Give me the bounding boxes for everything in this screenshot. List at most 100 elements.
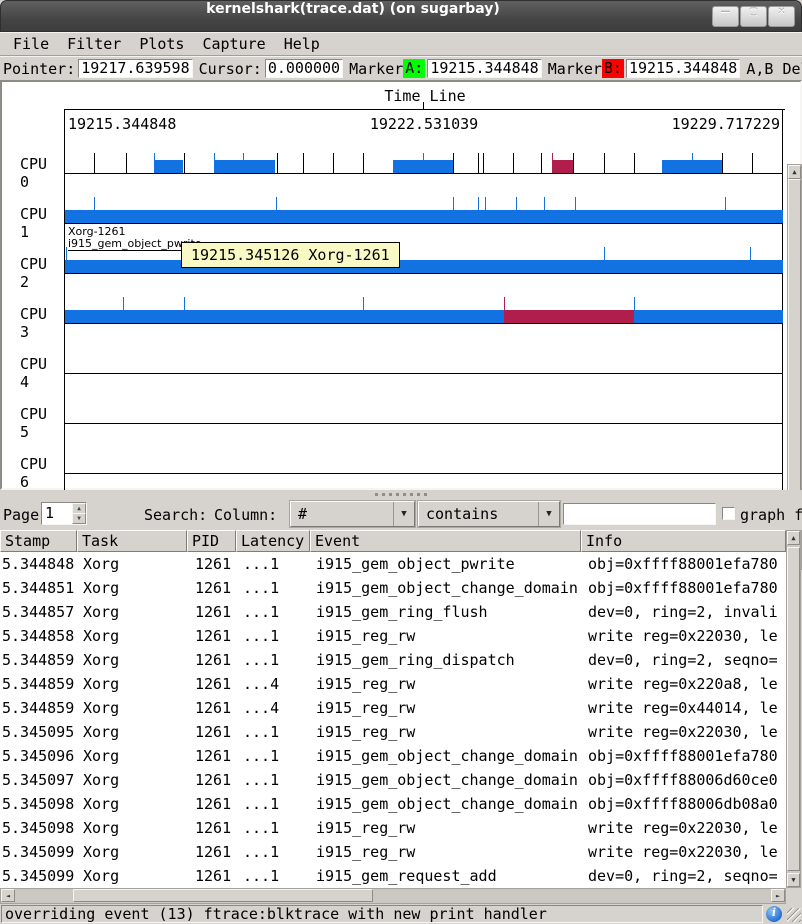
- column-header-task[interactable]: Task: [77, 530, 187, 552]
- cell-task: Xorg: [77, 552, 187, 576]
- cell-task: Xorg: [77, 696, 187, 720]
- scroll-right-icon[interactable]: ►: [771, 889, 785, 902]
- event-tick: [363, 153, 364, 173]
- cell-latency: ...1: [236, 624, 310, 648]
- menu-item-plots[interactable]: Plots: [130, 34, 193, 54]
- table-row[interactable]: 5.344851Xorg1261...1i915_gem_object_chan…: [0, 576, 786, 600]
- cell-info: write reg=0x22030, le: [581, 840, 786, 864]
- table-hscrollbar-thumb[interactable]: [73, 889, 373, 902]
- cell-stamp: 5.344857: [0, 600, 77, 624]
- minimize-button[interactable]: —: [712, 6, 739, 27]
- cell-pid: 1261: [187, 768, 236, 792]
- cell-latency: ...1: [236, 792, 310, 816]
- cell-info: write reg=0x22030, le: [581, 624, 786, 648]
- cell-stamp: 5.345097: [0, 768, 77, 792]
- column-header-info[interactable]: Info: [581, 530, 786, 552]
- resize-grip[interactable]: [787, 908, 801, 922]
- cpu-baseline: [65, 323, 783, 324]
- table-row[interactable]: 5.345099Xorg1261...1i915_reg_rwwrite reg…: [0, 840, 786, 864]
- table-row[interactable]: 5.345095Xorg1261...1i915_reg_rwwrite reg…: [0, 720, 786, 744]
- table-scrollbar-thumb[interactable]: [787, 547, 800, 871]
- task-event-tick: [634, 297, 635, 323]
- search-entry[interactable]: [563, 503, 716, 525]
- cell-latency: ...1: [236, 816, 310, 840]
- table-row[interactable]: 5.344859Xorg1261...1i915_gem_ring_dispat…: [0, 648, 786, 672]
- cell-info: obj=0xffff88006d60ce0: [581, 768, 786, 792]
- spin-down-icon[interactable]: ▼: [72, 513, 86, 524]
- task-event-tick: [363, 297, 364, 323]
- column-header-stamp[interactable]: Stamp: [0, 530, 77, 552]
- close-button[interactable]: ✕: [768, 6, 795, 27]
- column-select[interactable]: # ▼: [290, 501, 415, 527]
- table-row[interactable]: 5.344857Xorg1261...1i915_gem_ring_flushd…: [0, 600, 786, 624]
- cell-latency: ...4: [236, 696, 310, 720]
- timeline-graph-panel[interactable]: Time Line 19215.34484819222.53103919229.…: [0, 80, 802, 490]
- cpu-plot-4[interactable]: [65, 343, 783, 374]
- cell-stamp: 5.344848: [0, 552, 77, 576]
- scroll-up-icon[interactable]: ▲: [787, 531, 800, 545]
- kernelshark-window: kernelshark(trace.dat) (on sugarbay) — ▢…: [0, 0, 802, 924]
- cell-event: i915_reg_rw: [310, 624, 581, 648]
- cell-pid: 1261: [187, 864, 236, 888]
- menu-item-filter[interactable]: Filter: [58, 34, 130, 54]
- cpu-plot-3[interactable]: [65, 293, 783, 324]
- cpu-plot-0[interactable]: [65, 143, 783, 174]
- table-row[interactable]: 5.345096Xorg1261...1i915_gem_object_chan…: [0, 744, 786, 768]
- page-value: 1: [45, 504, 54, 522]
- info-icon[interactable]: i: [766, 906, 782, 922]
- cell-task: Xorg: [77, 720, 187, 744]
- table-row[interactable]: 5.344859Xorg1261...4i915_reg_rwwrite reg…: [0, 672, 786, 696]
- titlebar[interactable]: kernelshark(trace.dat) (on sugarbay) — ▢…: [0, 0, 802, 32]
- cell-info: dev=0, ring=2, invali: [581, 600, 786, 624]
- cell-task: Xorg: [77, 840, 187, 864]
- match-select[interactable]: contains ▼: [418, 501, 560, 527]
- table-row[interactable]: 5.344848Xorg1261...1i915_gem_object_pwri…: [0, 552, 786, 576]
- task-run-bar: [65, 210, 783, 223]
- column-header-latency[interactable]: Latency: [236, 530, 310, 552]
- window-controls: — ▢ ✕: [711, 6, 795, 27]
- event-tick: [126, 153, 127, 173]
- cell-latency: ...1: [236, 576, 310, 600]
- table-row[interactable]: 5.345098Xorg1261...1i915_gem_object_chan…: [0, 792, 786, 816]
- table-row[interactable]: 5.345099Xorg1261...1i915_gem_request_add…: [0, 864, 786, 888]
- match-select-value: contains: [426, 505, 498, 523]
- cell-pid: 1261: [187, 600, 236, 624]
- table-row[interactable]: 5.344858Xorg1261...1i915_reg_rwwrite reg…: [0, 624, 786, 648]
- column-header-pid[interactable]: PID: [187, 530, 236, 552]
- table-row[interactable]: 5.345097Xorg1261...1i915_gem_object_chan…: [0, 768, 786, 792]
- event-tick: [94, 153, 95, 173]
- menu-item-help[interactable]: Help: [275, 34, 329, 54]
- task-event-tick: [123, 297, 124, 323]
- cpu-plot-5[interactable]: [65, 393, 783, 424]
- cell-pid: 1261: [187, 552, 236, 576]
- status-bar: overriding event (13) ftrace:blktrace wi…: [0, 904, 802, 924]
- menu-item-file[interactable]: File: [4, 34, 58, 54]
- cell-task: Xorg: [77, 576, 187, 600]
- event-tick: [303, 153, 304, 173]
- scroll-up-icon[interactable]: ▲: [788, 165, 801, 179]
- cpu-plot-6[interactable]: [65, 443, 783, 474]
- table-horizontal-scrollbar[interactable]: ◄ ►: [0, 888, 786, 904]
- cursor-label: Cursor:: [199, 60, 262, 78]
- column-header-event[interactable]: Event: [310, 530, 581, 552]
- time-axis-labels: 19215.34484819222.53103919229.717229: [66, 115, 782, 131]
- task-event-tick: [575, 197, 576, 223]
- pane-divider-handle[interactable]: [0, 490, 802, 498]
- cell-pid: 1261: [187, 792, 236, 816]
- table-row[interactable]: 5.345098Xorg1261...1i915_reg_rwwrite reg…: [0, 816, 786, 840]
- time-axis-tick-label: 19222.531039: [370, 115, 478, 133]
- cpu-baseline: [65, 473, 783, 474]
- cell-stamp: 5.344858: [0, 624, 77, 648]
- graph-follows-checkbox[interactable]: [722, 507, 735, 520]
- table-row[interactable]: 5.344859Xorg1261...4i915_reg_rwwrite reg…: [0, 696, 786, 720]
- event-tick: [277, 153, 278, 173]
- table-vertical-scrollbar[interactable]: ▲ ▼: [786, 530, 801, 888]
- maximize-button[interactable]: ▢: [740, 6, 767, 27]
- cpu-plot-1[interactable]: [65, 193, 783, 224]
- pointer-label: Pointer:: [3, 60, 75, 78]
- cell-event: i915_gem_object_pwrite: [310, 552, 581, 576]
- scroll-down-icon[interactable]: ▼: [787, 873, 800, 887]
- scroll-left-icon[interactable]: ◄: [1, 889, 15, 902]
- menu-item-capture[interactable]: Capture: [193, 34, 274, 54]
- page-spinner[interactable]: 1 ▲ ▼: [41, 502, 87, 525]
